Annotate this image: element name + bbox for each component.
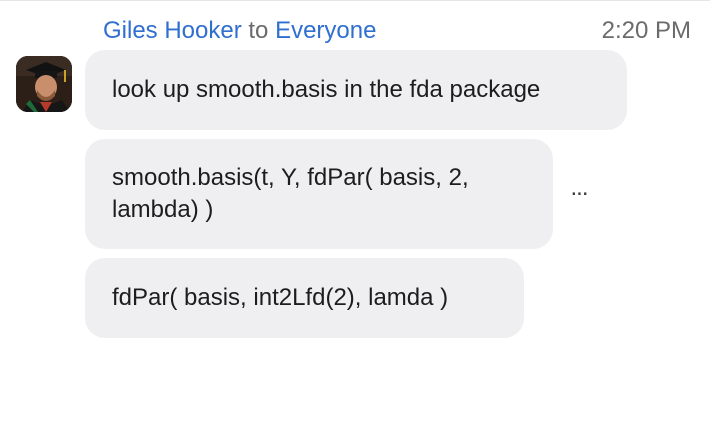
chat-panel: Giles Hooker to Everyone 2:20 PM look up… (0, 0, 710, 440)
chat-bubble[interactable]: look up smooth.basis in the fda package (85, 50, 627, 130)
sender-name[interactable]: Giles Hooker (103, 17, 242, 44)
user-avatar-icon (16, 56, 72, 112)
message-header: Giles Hooker to Everyone 2:20 PM (103, 16, 691, 46)
avatar[interactable] (16, 56, 72, 112)
more-options-button[interactable]: ... (562, 176, 596, 206)
chat-bubble-text: look up smooth.basis in the fda package (112, 76, 541, 103)
divider (0, 0, 710, 1)
chat-bubble[interactable]: smooth.basis(t, Y, fdPar( basis, 2, lamb… (85, 139, 553, 249)
chat-bubble[interactable]: fdPar( basis, int2Lfd(2), lamda ) (85, 258, 524, 338)
to-label: to (248, 17, 269, 44)
chat-bubble-text: smooth.basis(t, Y, fdPar( basis, 2, lamb… (112, 164, 469, 223)
message-timestamp: 2:20 PM (601, 17, 691, 44)
more-options-icon: ... (570, 174, 588, 201)
chat-bubble-text: fdPar( basis, int2Lfd(2), lamda ) (112, 284, 449, 311)
recipient-name[interactable]: Everyone (275, 17, 376, 44)
